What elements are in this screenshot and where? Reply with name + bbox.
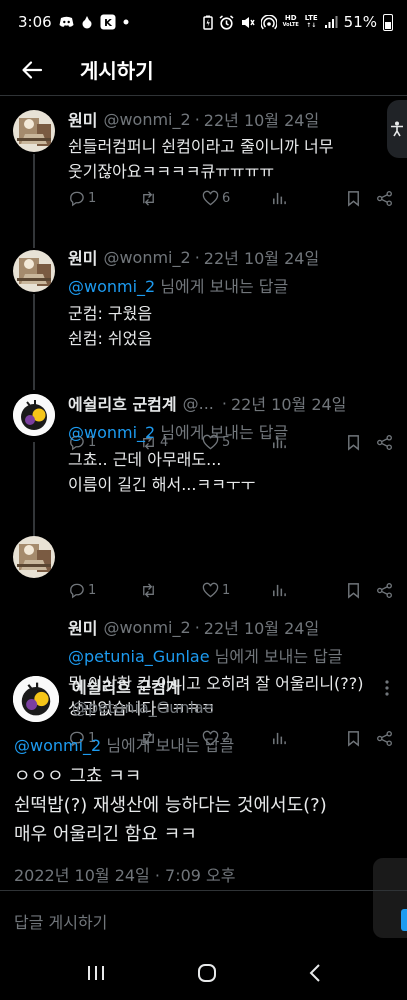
thread-tweet[interactable]: 원미 @wonmi_2 · 22년 10월 24일 쉰들러컴퍼니 쉰컴이라고 줄… xyxy=(0,96,407,236)
bookmark-icon xyxy=(348,730,359,747)
bookmark-button[interactable] xyxy=(345,730,362,747)
mute-icon xyxy=(240,15,255,30)
alarm-icon xyxy=(219,14,234,30)
thread-line xyxy=(33,382,35,390)
thread-line xyxy=(33,528,35,536)
author-name[interactable]: 원미 xyxy=(68,245,97,269)
reply-icon xyxy=(70,191,84,206)
retweet-button[interactable] xyxy=(140,190,202,207)
page-title: 게시하기 xyxy=(80,59,154,83)
mention-link[interactable]: @wonmi_2 xyxy=(68,423,155,442)
reply-compose-bar[interactable]: 답글 게시하기 xyxy=(0,890,407,950)
tweet-text: 쉰들러컴퍼니 쉰컴이라고 줄이니까 너무 웃기잖아요ㅋㅋㅋㅋ큐ㅠㅠㅠㅠ xyxy=(68,137,334,181)
heart-icon xyxy=(202,190,219,205)
author-handle[interactable]: @wonmi_2 xyxy=(103,248,190,267)
bookmark-button[interactable] xyxy=(345,190,362,207)
tweet-date[interactable]: 22년 10월 24일 xyxy=(204,615,319,639)
tweet-date[interactable]: 22년 10월 24일 xyxy=(231,391,346,415)
reply-context: @petunia_Gunlae 님에게 보내는 답글 xyxy=(68,647,343,666)
reply-input[interactable]: 답글 게시하기 xyxy=(14,909,107,933)
retweet-icon xyxy=(143,190,154,206)
avatar[interactable] xyxy=(13,250,55,292)
home-icon xyxy=(197,964,216,982)
battery-saver-icon xyxy=(202,15,213,30)
home-button[interactable] xyxy=(197,963,217,987)
mention-link[interactable]: @wonmi_2 xyxy=(68,277,155,296)
thread-line xyxy=(33,236,35,248)
author-handle[interactable]: @wonmi_2 xyxy=(103,618,190,637)
share-button[interactable] xyxy=(376,730,393,747)
reply-submit-button[interactable] xyxy=(401,909,407,931)
signal-icon xyxy=(324,15,338,29)
hotspot-icon xyxy=(260,14,277,30)
battery-percent: 51% xyxy=(343,13,377,31)
views-button[interactable] xyxy=(270,730,338,747)
status-bar: 3:06 K HD VoLTE LTE ↑↓ 51% xyxy=(0,0,407,44)
avatar[interactable] xyxy=(13,394,55,436)
discord-icon xyxy=(59,16,74,28)
tweet-text: 그쵸.. 근데 아무래도... 이름이 길긴 해서...ㅋㅋㅜㅜ xyxy=(68,450,256,494)
more-dots-icon xyxy=(385,680,389,696)
tweet-actions: 1 6 xyxy=(68,188,393,208)
author-name[interactable]: 원미 xyxy=(68,615,97,639)
reply-button[interactable]: 1 xyxy=(68,190,140,207)
reply-context: @wonmi_2 님에게 보내는 답글 xyxy=(68,423,289,442)
recent-apps-icon xyxy=(87,966,104,980)
tweet-meta: 에쉴리흐 군컴계 @... · 22년 10월 24일 xyxy=(68,391,393,415)
more-notifications-dot-icon xyxy=(123,19,129,25)
bookmark-icon xyxy=(348,190,359,207)
author-handle[interactable]: @wonmi_2 xyxy=(103,110,190,129)
more-options-button[interactable] xyxy=(385,680,389,700)
app-header: 게시하기 xyxy=(0,44,407,96)
share-icon xyxy=(377,730,392,746)
tweet-date[interactable]: 22년 10월 24일 xyxy=(204,107,319,131)
thread-line xyxy=(33,442,35,528)
author-name[interactable]: 원미 xyxy=(68,107,97,131)
recent-apps-button[interactable] xyxy=(86,964,106,986)
tweet-meta: 원미 @wonmi_2 · 22년 10월 24일 xyxy=(68,245,393,269)
tweet-meta: 원미 @wonmi_2 · 22년 10월 24일 xyxy=(68,107,393,131)
like-count: 6 xyxy=(222,190,231,206)
views-button[interactable] xyxy=(270,190,338,207)
share-button[interactable] xyxy=(376,190,393,207)
avatar[interactable] xyxy=(13,536,55,578)
keyboard-app-icon: K xyxy=(100,14,116,30)
reply-count: 1 xyxy=(88,190,97,206)
author-handle[interactable]: @petunia_Gunlae xyxy=(72,698,214,717)
svg-text:K: K xyxy=(104,18,113,29)
author-name[interactable]: 에쉴리흐 군컴계 xyxy=(72,674,181,698)
network-type-indicator: HD VoLTE xyxy=(282,14,299,29)
back-nav-button[interactable] xyxy=(308,963,322,987)
tweet-meta: 원미 @wonmi_2 · 22년 10월 24일 xyxy=(68,615,393,639)
tweet-date[interactable]: 22년 10월 24일 xyxy=(204,245,319,269)
thread-tweet[interactable]: 에쉴리흐 군컴계 @... · 22년 10월 24일 @wonmi_2 님에게… xyxy=(0,382,407,528)
share-icon xyxy=(377,190,392,206)
reply-context: @wonmi_2 님에게 보내는 답글 xyxy=(68,277,289,296)
tweet-timestamp[interactable]: 2022년 10월 24일 · 7:09 오후 xyxy=(14,862,235,886)
bar-chart-icon xyxy=(273,732,286,744)
author-handle[interactable]: @... xyxy=(183,394,214,413)
notification-app-icon xyxy=(81,15,93,29)
bar-chart-icon xyxy=(273,192,286,204)
battery-icon xyxy=(383,13,393,31)
reply-context: @wonmi_2 님에게 보내는 답글 xyxy=(14,736,235,755)
mention-link[interactable]: @wonmi_2 xyxy=(14,736,101,755)
thread-line xyxy=(33,294,35,382)
status-time: 3:06 xyxy=(18,13,52,31)
thread-tweet[interactable]: 원미 @wonmi_2 · 22년 10월 24일 @wonmi_2 님에게 보… xyxy=(0,236,407,382)
back-button[interactable] xyxy=(2,44,62,96)
chevron-left-icon xyxy=(309,964,320,982)
arrow-left-icon xyxy=(22,60,43,79)
mention-link[interactable]: @petunia_Gunlae xyxy=(68,647,210,666)
avatar[interactable] xyxy=(13,110,55,152)
tweet-text: 군컴: 구웠음 쉰컴: 쉬었음 xyxy=(68,304,153,348)
system-nav-bar xyxy=(0,950,407,1000)
author-name[interactable]: 에쉴리흐 군컴계 xyxy=(68,391,177,415)
lte-indicator: LTE ↑↓ xyxy=(304,14,318,30)
like-button[interactable]: 6 xyxy=(202,190,270,207)
thread-line xyxy=(33,154,35,236)
avatar[interactable] xyxy=(13,676,59,722)
tweet-text: ㅇㅇㅇ 그쵸 ㅋㅋ 쉰떡밥(?) 재생산에 능하다는 것에서도(?) 매우 어울… xyxy=(14,766,327,845)
